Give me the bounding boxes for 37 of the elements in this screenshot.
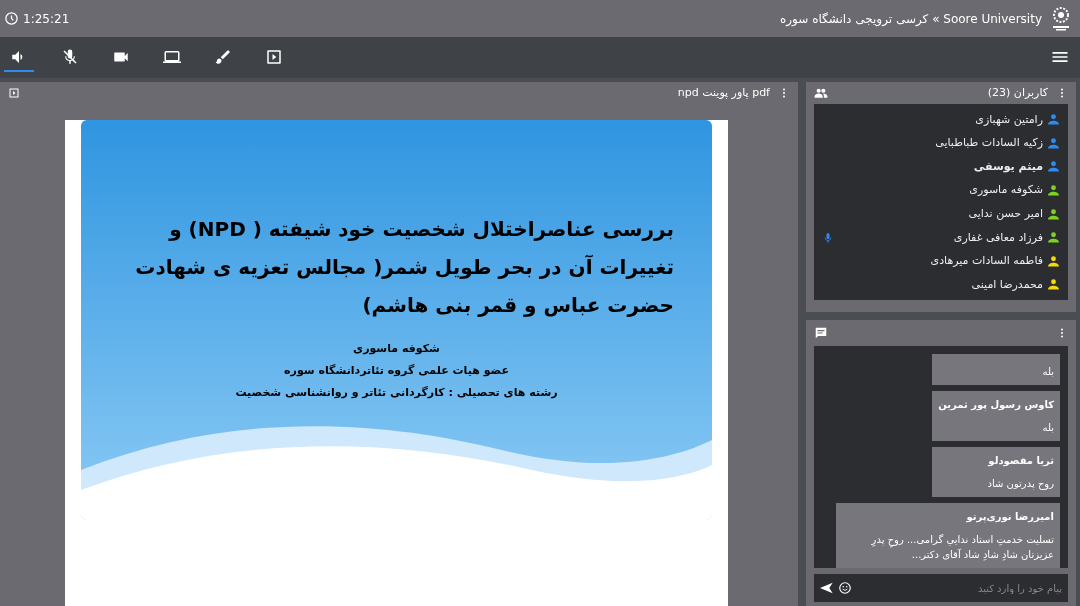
- user-name[interactable]: شکوفه ماسوری: [969, 182, 1043, 199]
- muted-microphone-icon: [61, 47, 79, 66]
- clock-icon: [4, 11, 19, 26]
- chat-icon: [814, 326, 828, 340]
- message-text: بله: [1041, 421, 1054, 435]
- slide-subtitle-line: شکوفه ماسوری: [353, 342, 440, 355]
- people-icon: [814, 86, 828, 100]
- sender-name: امیررضا نوری‌پرتو: [965, 510, 1054, 524]
- users-title: کاربران (23): [987, 84, 1048, 101]
- user-name[interactable]: فاطمه السادات میرهادی: [930, 253, 1043, 270]
- user-name[interactable]: فرزاد معافی غفاری: [953, 229, 1043, 246]
- meeting-title: Soore University » کرسی ترویجی دانشگاه سوره: [780, 10, 1042, 28]
- emoji-icon[interactable]: [838, 581, 852, 595]
- user-name[interactable]: زکیه السادات طباطبایی: [935, 135, 1043, 152]
- sender-name: ثریا مقصودلو: [986, 454, 1054, 468]
- brush-icon: [214, 47, 232, 66]
- session-timer: 1:25:21: [23, 10, 70, 28]
- slide-subtitle-line: عضو هیات علمی گروه تئاتردانشگاه سوره: [284, 364, 509, 377]
- slide-title-line: تغییرات آن در بحر طویل شمر( مجالس تعزیه ی شهادت: [134, 254, 674, 281]
- presentation-title: pdf پاور پوینت npd: [677, 84, 770, 101]
- sender-name: کاوس رسول پور ثمرین: [938, 398, 1054, 412]
- message-composer[interactable]: پیام خود را وارد کنید: [814, 574, 1068, 602]
- slide-subtitle-line: رشته های تحصیلی : کارگردانی تئاتر و روانشناسی شخصیت: [235, 386, 558, 399]
- message-input[interactable]: پیام خود را وارد کنید: [856, 579, 1064, 597]
- user-name[interactable]: محمدرضا امینی: [971, 276, 1043, 294]
- message-text: روح پدرتون شاد: [986, 477, 1054, 491]
- user-name[interactable]: امیر حسن ندایی: [968, 205, 1043, 223]
- message-text: بله: [1041, 365, 1054, 379]
- message-text: تسلیت خدمتِ استاد ندایي گرامی... روحِ پدرِ عزیزتان شادِ شادِ شاد آقای دکتر...: [870, 533, 1054, 562]
- user-name[interactable]: میثم یوسفی: [973, 158, 1043, 176]
- send-icon[interactable]: [818, 580, 834, 596]
- user-name[interactable]: رامتین شهبازی: [975, 111, 1043, 129]
- university-logo: [1050, 5, 1072, 32]
- slide-title-line: بررسی عناصراختلال شخصیت خود شیفته ( NPD) و: [167, 216, 674, 243]
- play-box-icon: [8, 87, 20, 99]
- play-box-icon: [265, 47, 283, 66]
- slide-title-line: حضرت عباس و قمر بنی هاشم): [361, 292, 674, 319]
